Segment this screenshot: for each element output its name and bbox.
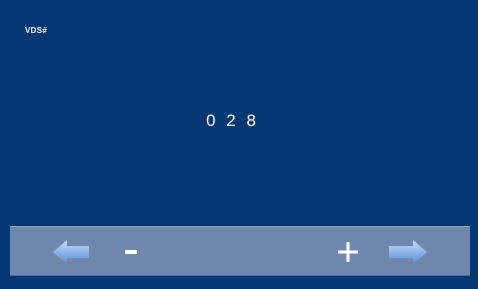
- increase-button[interactable]: [334, 238, 362, 266]
- plus-icon: [338, 242, 358, 262]
- screen-title: VDS#: [25, 26, 48, 35]
- vds-number-value: 0 2 8: [206, 111, 259, 130]
- arrow-left-icon: [53, 240, 89, 264]
- minus-icon: [125, 250, 137, 254]
- arrow-right-icon: [389, 240, 427, 264]
- previous-button[interactable]: [52, 238, 90, 266]
- next-button[interactable]: [388, 238, 428, 266]
- decrease-button[interactable]: [118, 238, 144, 266]
- settings-screen: VDS# 0 2 8: [0, 0, 478, 289]
- bottom-toolbar: [10, 226, 470, 276]
